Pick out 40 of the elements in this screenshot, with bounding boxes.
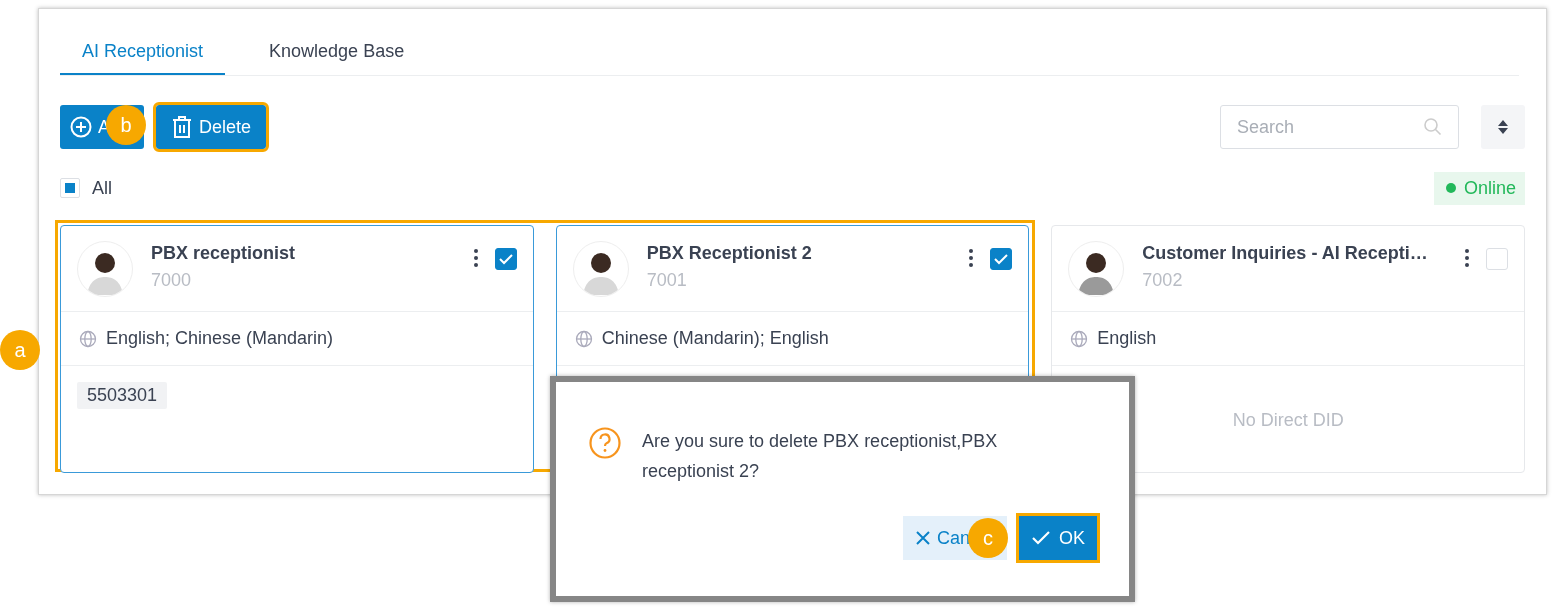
select-all-label: All (92, 177, 112, 199)
extension-number: 7001 (646, 270, 688, 291)
search-icon (1423, 117, 1443, 137)
card-checkbox[interactable] (494, 248, 517, 270)
globe-icon (79, 329, 97, 348)
status-badge: Online (1434, 171, 1525, 205)
languages-text: English; Chinese (Mandarin) (106, 328, 334, 349)
card-title: PBX receptionist (151, 243, 297, 264)
card-title: Customer Inquiries - AI Recepti… (1142, 243, 1429, 264)
more-icon[interactable] (472, 248, 479, 268)
more-icon[interactable] (1464, 248, 1470, 268)
search-field[interactable]: Search (1220, 105, 1459, 149)
sort-icon (1497, 118, 1509, 136)
close-icon (915, 530, 931, 546)
question-icon (588, 426, 622, 460)
select-all-checkbox[interactable] (60, 178, 80, 198)
check-icon (994, 253, 1009, 265)
plus-circle-icon (70, 116, 92, 138)
receptionist-card[interactable]: PBX receptionist 7000 English; Chinese (Mandarin) 5503301 (60, 225, 534, 473)
check-icon (498, 253, 513, 265)
card-title: PBX Receptionist 2 (646, 243, 813, 264)
globe-icon (574, 329, 593, 348)
tab[interactable]: AI Receptionist (60, 29, 226, 75)
globe-icon (1070, 329, 1089, 348)
empty-did-text: No Direct DID (1231, 410, 1345, 431)
delete-button[interactable]: Delete (156, 105, 266, 149)
trash-icon (171, 115, 193, 139)
ok-button[interactable]: OK (1019, 516, 1097, 560)
extension-number: 7002 (1142, 270, 1184, 291)
receptionist-card[interactable]: Customer Inquiries - AI Recepti… 7002 English No Direct DID (1051, 225, 1525, 473)
did-tag: 5503301 (77, 382, 168, 409)
card-checkbox[interactable] (990, 248, 1013, 270)
extension-number: 7000 (151, 270, 193, 291)
tab[interactable]: Knowledge Base (247, 29, 427, 75)
languages-text: Chinese (Mandarin); English (601, 328, 829, 349)
callout-badge: a (0, 330, 40, 370)
languages-text: English (1097, 328, 1157, 349)
sort-button[interactable] (1481, 105, 1525, 149)
check-icon (1031, 530, 1051, 546)
more-icon[interactable] (968, 248, 975, 268)
